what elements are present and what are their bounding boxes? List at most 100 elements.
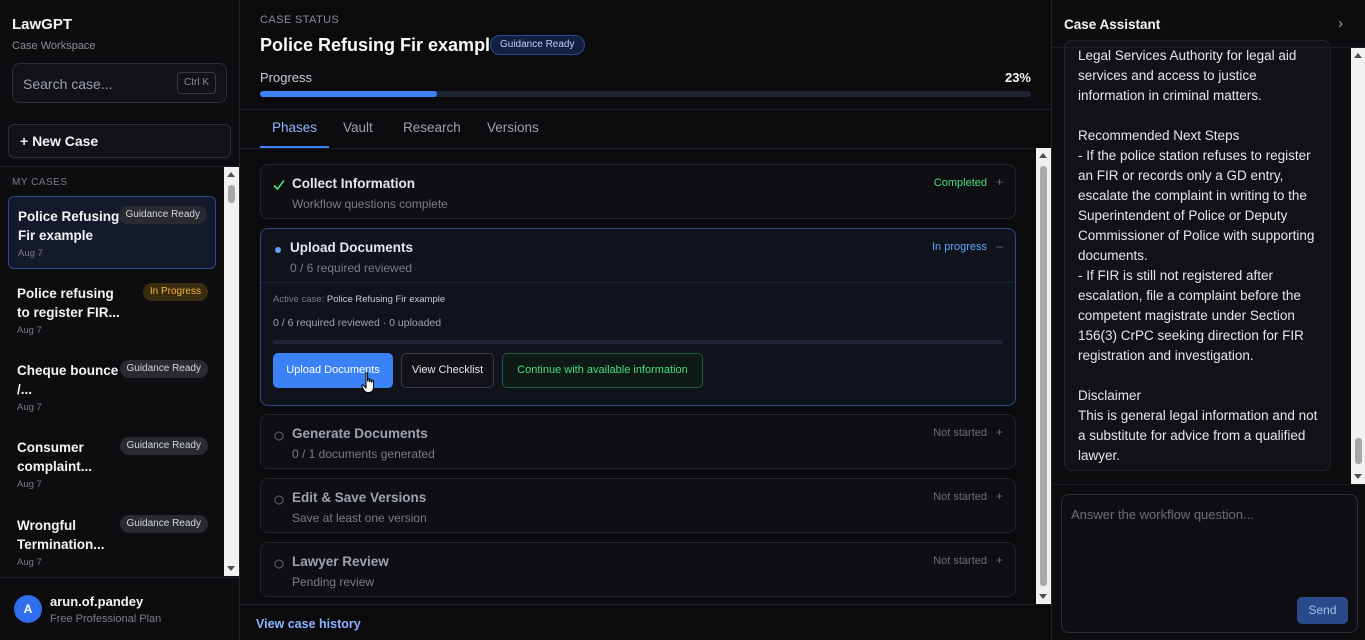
case-assistant-panel: Case Assistant › Legal Services Authorit… [1051,0,1365,640]
upload-progress-bar [273,340,1003,344]
case-item[interactable]: Wrongful Termination... Guidance Ready A… [8,506,216,576]
progress-bar [260,91,1031,97]
check-icon [273,180,285,191]
user-profile[interactable]: A arun.of.pandey Free Professional Plan [0,577,239,640]
expand-icon[interactable]: + [996,175,1003,189]
answer-input[interactable]: Answer the workflow question... Send [1061,494,1358,633]
chevron-right-icon[interactable]: › [1338,15,1343,32]
active-case-value: Police Refusing Fir example [326,294,446,305]
tab-research[interactable]: Research [391,110,473,148]
phase-status: Completed [933,177,987,189]
expand-icon[interactable]: + [996,489,1003,503]
case-item[interactable]: Consumer complaint... Guidance Ready Aug… [8,428,216,501]
case-item[interactable]: Police Refusing Fir example Guidance Rea… [8,196,216,269]
divider [0,166,239,167]
continue-button[interactable]: Continue with available information [502,353,703,388]
case-list: Police Refusing Fir example Guidance Rea… [0,192,224,576]
active-case-line: Active case: Police Refusing Fir example [273,294,445,305]
scroll-down-icon[interactable] [1354,474,1362,479]
phase-subtitle: Workflow questions complete [292,197,448,211]
phase-collect-information[interactable]: Collect Information Workflow questions c… [260,164,1016,219]
phase-title: Lawyer Review [292,554,389,569]
phase-lawyer-review[interactable]: Lawyer Review Pending review Not started… [260,542,1016,597]
search-shortcut: Ctrl K [177,72,216,94]
divider [261,282,1015,283]
progress-label: Progress [260,70,313,85]
scroll-up-icon[interactable] [1354,53,1362,58]
view-checklist-button[interactable]: View Checklist [401,353,494,388]
user-plan: Free Professional Plan [50,613,162,625]
phase-subtitle: Save at least one version [292,511,427,525]
status-badge: Guidance Ready [119,515,208,533]
case-item[interactable]: Cheque bounce /... Guidance Ready Aug 7 [8,351,216,424]
status-badge: In Progress [142,283,208,301]
case-date: Aug 7 [17,402,42,413]
avatar: A [14,595,42,623]
page-title: Police Refusing Fir example [260,35,501,55]
active-case-label: Active case: [273,294,325,305]
tab-vault[interactable]: Vault [331,110,385,148]
sidebar-scrollbar[interactable] [224,167,239,576]
section-label: MY CASES [12,177,68,188]
new-case-button[interactable]: + New Case [8,124,231,158]
case-title: Police Refusing Fir example [18,209,120,243]
phase-upload-documents[interactable]: Upload Documents 0 / 6 required reviewed… [260,228,1016,406]
phase-subtitle: 0 / 1 documents generated [292,447,435,461]
case-date: Aug 7 [17,557,42,568]
expand-icon[interactable]: + [996,553,1003,567]
case-title: Police refusing to register FIR... [17,286,120,320]
assistant-scrollbar[interactable] [1351,48,1365,484]
divider [1052,47,1365,48]
search-placeholder: Search case... [23,76,113,92]
scroll-down-icon[interactable] [1039,594,1047,599]
case-status-label: CASE STATUS [260,14,340,26]
scrollbar-thumb[interactable] [1355,438,1362,464]
phase-status: In progress [931,241,987,253]
main-scrollbar[interactable] [1036,148,1051,604]
case-title: Consumer complaint... [17,440,93,474]
status-badge: Guidance Ready [119,437,208,455]
tab-phases[interactable]: Phases [260,110,330,148]
case-title: Cheque bounce /... [17,363,119,397]
scroll-up-icon[interactable] [1039,153,1047,158]
search-input[interactable]: Search case... Ctrl K [12,63,227,103]
panel-title: Case Assistant [1064,17,1161,32]
scroll-up-icon[interactable] [227,172,235,177]
phase-status: Not started [933,491,987,503]
circle-icon [274,495,284,505]
case-date: Aug 7 [17,325,42,336]
upload-summary: 0 / 6 required reviewed · 0 uploaded [273,317,442,329]
main-panel: CASE STATUS Police Refusing Fir example … [240,0,1051,640]
case-item[interactable]: Police refusing to register FIR... In Pr… [8,274,216,347]
phase-title: Generate Documents [292,426,428,441]
scrollbar-thumb[interactable] [228,185,235,203]
phase-edit-save-versions[interactable]: Edit & Save Versions Save at least one v… [260,478,1016,533]
collapse-icon[interactable]: – [996,239,1003,253]
scroll-down-icon[interactable] [227,566,235,571]
user-name: arun.of.pandey [50,594,144,609]
phase-generate-documents[interactable]: Generate Documents 0 / 1 documents gener… [260,414,1016,469]
status-badge: Guidance Ready [490,35,585,55]
progress-percent: 23% [1004,70,1031,85]
divider [240,148,1051,149]
expand-icon[interactable]: + [996,425,1003,439]
message-text: Legal Services Authority for legal aid s… [1078,48,1318,463]
send-button[interactable]: Send [1297,597,1348,624]
phase-title: Edit & Save Versions [292,490,427,505]
view-case-history-link[interactable]: View case history [256,617,361,631]
hand-cursor-icon [361,372,375,393]
case-date: Aug 7 [17,479,42,490]
divider [240,604,1051,605]
sidebar: LawGPT Case Workspace Search case... Ctr… [0,0,240,640]
scrollbar-thumb[interactable] [1040,166,1047,586]
status-badge: Guidance Ready [119,360,208,378]
circle-icon [274,431,284,441]
phase-subtitle: 0 / 6 required reviewed [290,261,413,275]
case-date: Aug 7 [18,248,43,259]
tab-versions[interactable]: Versions [475,110,551,148]
phase-status: Not started [933,555,987,567]
assistant-message: Legal Services Authority for legal aid s… [1064,40,1331,471]
active-dot-icon [275,247,281,253]
case-title: Wrongful Termination... [17,518,105,552]
phase-status: Not started [933,427,987,439]
